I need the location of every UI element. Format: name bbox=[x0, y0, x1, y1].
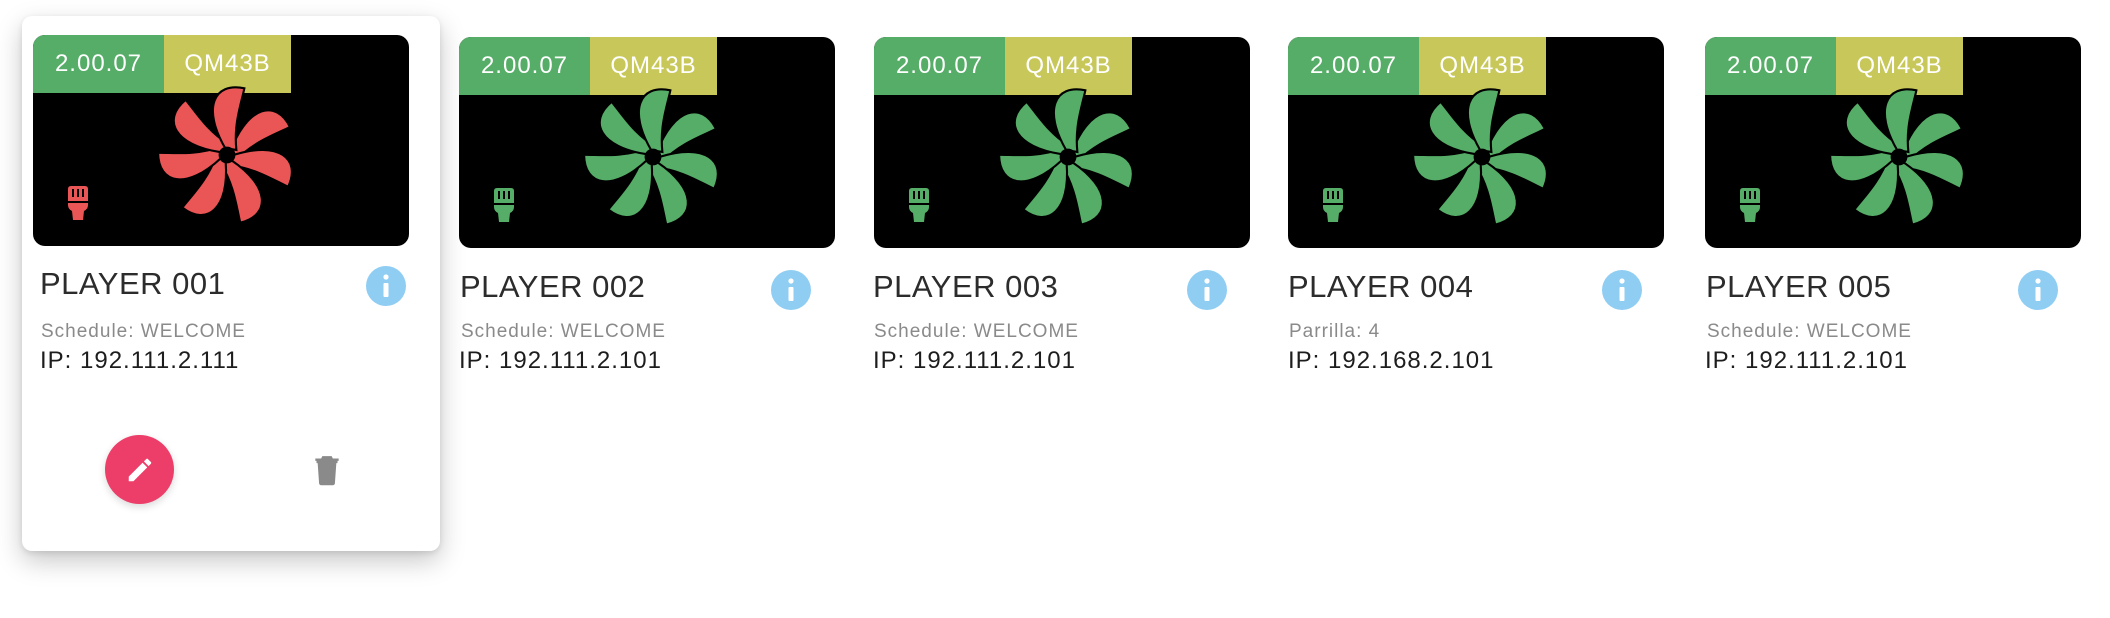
player-thumbnail[interactable]: 2.00.07 QM43B bbox=[1288, 37, 1664, 248]
fan-icon bbox=[998, 88, 1134, 226]
player-ip: IP: 192.111.2.111 bbox=[40, 347, 240, 374]
plug-icon bbox=[1323, 188, 1343, 222]
player-card-001[interactable]: 2.00.07 QM43B PLAYER 001 Schedule: WELCO… bbox=[22, 16, 440, 551]
delete-button[interactable] bbox=[310, 450, 344, 488]
player-name: PLAYER 005 bbox=[1706, 269, 1892, 304]
player-thumbnail[interactable]: 2.00.07 QM43B bbox=[1705, 37, 2081, 248]
version-badge: 2.00.07 bbox=[1705, 37, 1836, 95]
player-name: PLAYER 002 bbox=[460, 269, 646, 304]
player-ip: IP: 192.168.2.101 bbox=[1288, 347, 1495, 374]
player-name: PLAYER 004 bbox=[1288, 269, 1474, 304]
edit-button[interactable] bbox=[105, 435, 174, 504]
player-thumbnail[interactable]: 2.00.07 QM43B bbox=[459, 37, 835, 248]
info-icon[interactable] bbox=[365, 265, 407, 307]
player-ip: IP: 192.111.2.101 bbox=[873, 347, 1076, 374]
pencil-icon bbox=[128, 458, 151, 481]
plug-icon bbox=[909, 188, 929, 222]
version-badge: 2.00.07 bbox=[874, 37, 1005, 95]
player-ip: IP: 192.111.2.101 bbox=[1705, 347, 1908, 374]
fan-icon bbox=[583, 88, 719, 226]
player-schedule: Schedule: WELCOME bbox=[1707, 321, 1912, 342]
fan-icon bbox=[1829, 88, 1965, 226]
fan-icon bbox=[1412, 88, 1548, 226]
player-thumbnail[interactable]: 2.00.07 QM43B bbox=[874, 37, 1250, 248]
player-ip: IP: 192.111.2.101 bbox=[459, 347, 662, 374]
player-name: PLAYER 003 bbox=[873, 269, 1059, 304]
player-schedule: Schedule: WELCOME bbox=[41, 321, 246, 342]
version-badge: 2.00.07 bbox=[33, 35, 164, 93]
trash-icon bbox=[315, 456, 339, 486]
plug-icon bbox=[494, 188, 514, 222]
player-schedule: Parrilla: 4 bbox=[1289, 321, 1381, 342]
player-schedule: Schedule: WELCOME bbox=[874, 321, 1079, 342]
info-icon[interactable] bbox=[2017, 269, 2059, 311]
fan-icon bbox=[157, 86, 293, 224]
plug-icon bbox=[1740, 188, 1760, 222]
player-thumbnail[interactable]: 2.00.07 QM43B bbox=[33, 35, 409, 246]
info-icon[interactable] bbox=[770, 269, 812, 311]
player-schedule: Schedule: WELCOME bbox=[461, 321, 666, 342]
player-name: PLAYER 001 bbox=[40, 266, 226, 301]
info-icon[interactable] bbox=[1601, 269, 1643, 311]
version-badge: 2.00.07 bbox=[459, 37, 590, 95]
version-badge: 2.00.07 bbox=[1288, 37, 1419, 95]
info-icon[interactable] bbox=[1186, 269, 1228, 311]
plug-icon bbox=[68, 186, 88, 220]
